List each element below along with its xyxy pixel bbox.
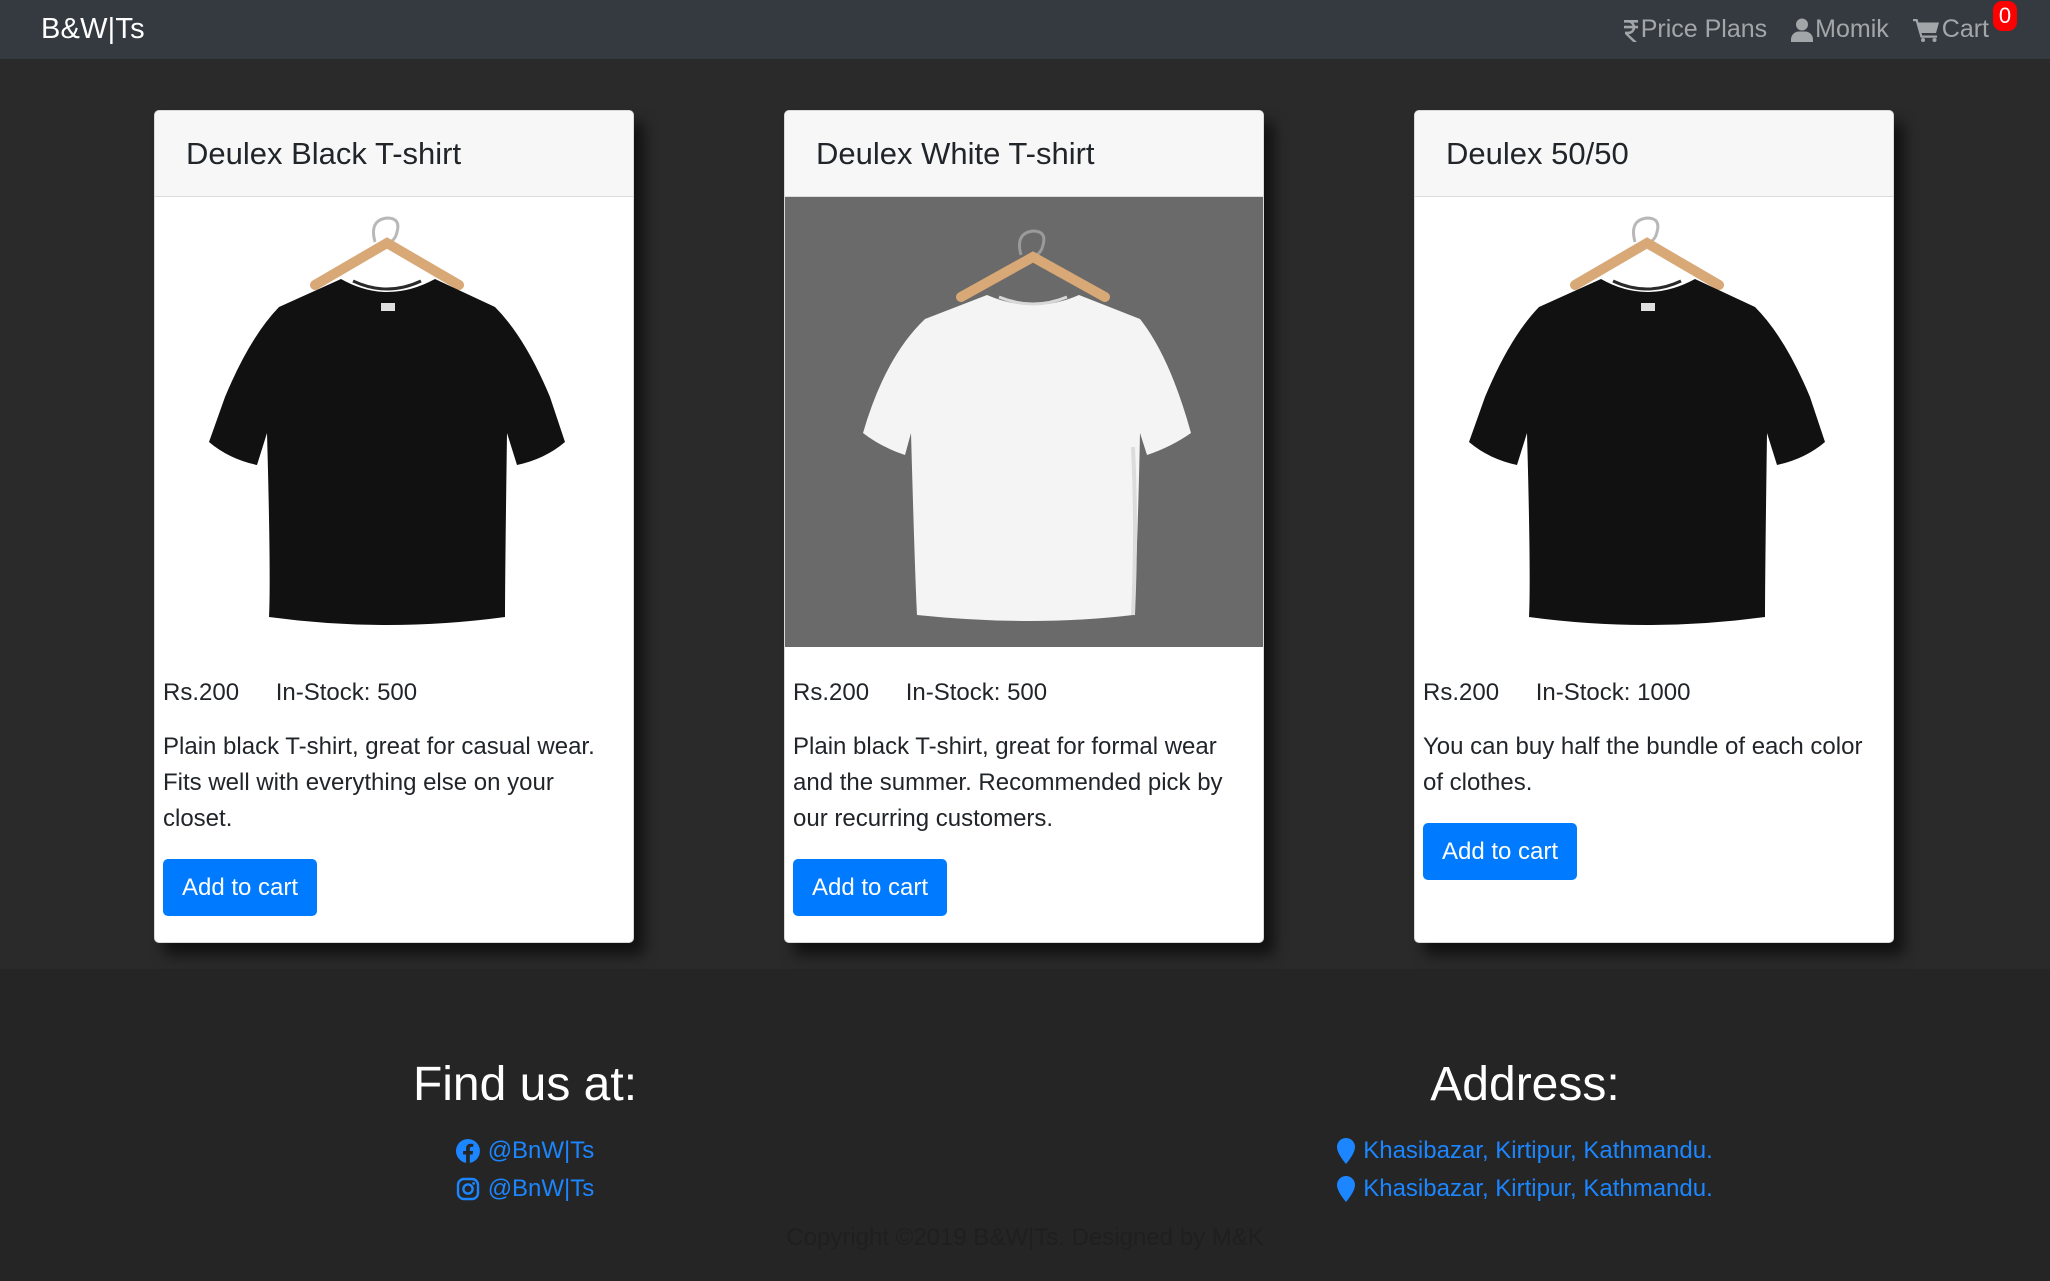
price-stock-line: Rs.200 In-Stock: 500 [793, 679, 1255, 709]
product-image [1415, 197, 1893, 647]
instagram-link[interactable]: @BnW|Ts [375, 1170, 675, 1208]
cart-icon [1912, 18, 1939, 42]
product-title: Deulex White T-shirt [785, 111, 1263, 197]
product-price: Rs.200 [163, 679, 240, 706]
product-body: Rs.200 In-Stock: 500 Plain black T-shirt… [785, 679, 1263, 916]
navbar: B&W|Ts Price Plans Momik Cart 0 [0, 0, 2050, 59]
product-description: Plain black T-shirt, great for casual we… [163, 733, 595, 832]
product-stock: In-Stock: 500 [275, 679, 418, 706]
product-image [785, 197, 1263, 647]
find-us-section: Find us at: @BnW|Ts @BnW|Ts [375, 1057, 675, 1208]
brand-logo[interactable]: B&W|Ts [41, 13, 145, 46]
product-card: Deulex 50/50 Rs.200 In-Stock: 1000 You c… [1414, 110, 1894, 943]
nav-price-plans[interactable]: Price Plans [1623, 15, 1767, 44]
instagram-icon [456, 1177, 479, 1201]
map-pin-icon [1337, 1138, 1356, 1164]
facebook-link[interactable]: @BnW|Ts [375, 1132, 675, 1170]
facebook-handle: @BnW|Ts [487, 1137, 595, 1164]
nav-price-plans-label: Price Plans [1640, 15, 1768, 43]
product-card: Deulex White T-shirt Rs.200 In-Stock: 50… [784, 110, 1264, 943]
product-title: Deulex Black T-shirt [155, 111, 633, 197]
address-link[interactable]: Khasibazar, Kirtipur, Kathmandu. [1300, 1132, 1750, 1170]
black-tshirt-image [1469, 216, 1825, 625]
nav-links: Price Plans Momik Cart 0 [1623, 1, 2017, 44]
address-section: Address: Khasibazar, Kirtipur, Kathmandu… [1300, 1057, 1750, 1208]
instagram-handle: @BnW|Ts [487, 1175, 595, 1202]
address-text: Khasibazar, Kirtipur, Kathmandu. [1363, 1175, 1713, 1202]
price-stock-line: Rs.200 In-Stock: 1000 [1423, 679, 1885, 709]
product-body: Rs.200 In-Stock: 500 Plain black T-shirt… [155, 679, 633, 916]
add-to-cart-button[interactable]: Add to cart [793, 859, 948, 916]
nav-user[interactable]: Momik [1791, 15, 1889, 44]
address-heading: Address: [1430, 1058, 1620, 1111]
rupee-icon [1623, 19, 1638, 42]
nav-cart[interactable]: Cart 0 [1912, 1, 2017, 44]
address-text: Khasibazar, Kirtipur, Kathmandu. [1363, 1137, 1713, 1164]
product-body: Rs.200 In-Stock: 1000 You can buy half t… [1415, 679, 1893, 880]
product-title: Deulex 50/50 [1415, 111, 1893, 197]
product-price: Rs.200 [793, 679, 870, 706]
facebook-icon [455, 1139, 480, 1163]
nav-user-label: Momik [1815, 15, 1889, 43]
address-link[interactable]: Khasibazar, Kirtipur, Kathmandu. [1300, 1170, 1750, 1208]
price-stock-line: Rs.200 In-Stock: 500 [163, 679, 625, 709]
black-tshirt-image [209, 216, 565, 625]
copyright-text: Copyright ©2019 B&W|Ts. Designed by M&K [786, 1224, 1264, 1251]
cart-count-badge: 0 [1993, 1, 2017, 31]
product-image [155, 197, 633, 647]
product-card: Deulex Black T-shirt Rs.200 In-Stock: 50… [154, 110, 634, 943]
add-to-cart-button[interactable]: Add to cart [1423, 823, 1578, 880]
find-us-heading: Find us at: [412, 1058, 638, 1111]
user-icon [1791, 18, 1814, 42]
map-pin-icon [1337, 1176, 1356, 1202]
white-tshirt-image [863, 229, 1191, 621]
product-price: Rs.200 [1423, 679, 1500, 706]
product-description: Plain black T-shirt, great for formal we… [793, 733, 1223, 832]
add-to-cart-button[interactable]: Add to cart [163, 859, 318, 916]
product-grid: Deulex Black T-shirt Rs.200 In-Stock: 50… [0, 59, 2050, 969]
footer: Find us at: @BnW|Ts @BnW|Ts Address: Kha… [0, 969, 2050, 1281]
nav-cart-label: Cart [1941, 15, 1989, 43]
product-description: You can buy half the bundle of each colo… [1423, 733, 1863, 796]
product-stock: In-Stock: 500 [905, 679, 1048, 706]
product-stock: In-Stock: 1000 [1535, 679, 1691, 706]
